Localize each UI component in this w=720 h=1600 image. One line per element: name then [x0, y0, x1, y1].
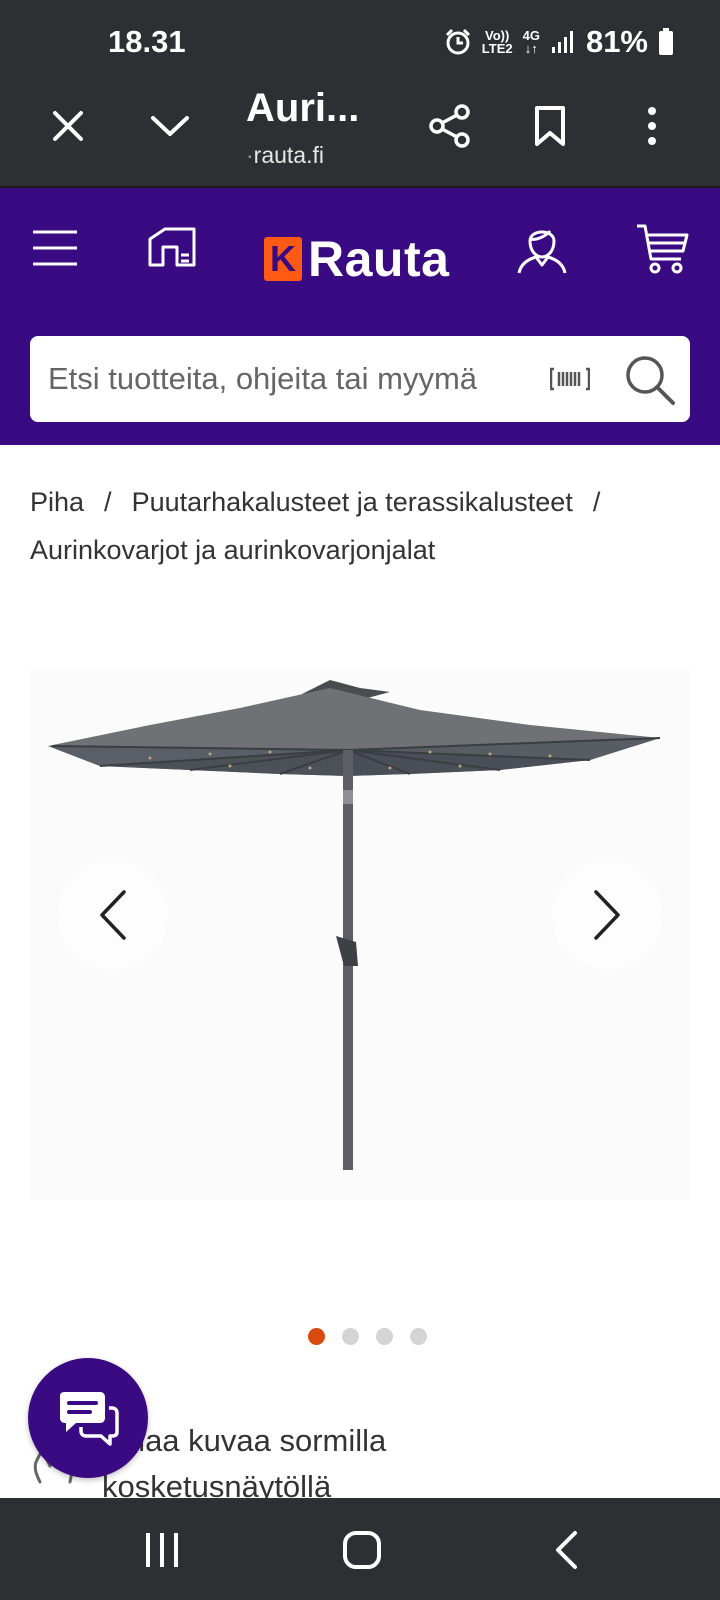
- breadcrumb-item-aurinkovarjot[interactable]: Aurinkovarjot ja aurinkovarjonjalat: [30, 535, 435, 565]
- gallery-dot-3[interactable]: [376, 1328, 393, 1345]
- chat-icon: [60, 1392, 119, 1446]
- chevron-right-icon: [594, 890, 620, 940]
- next-image-button[interactable]: [552, 860, 662, 970]
- k-rauta-logo[interactable]: K Rauta: [264, 230, 449, 288]
- chevron-down-icon: [151, 116, 189, 136]
- chevron-left-icon: [100, 890, 126, 940]
- status-icons: Vo)) LTE2 4G ↓↑ 81%: [444, 24, 674, 60]
- home-button[interactable]: [332, 1528, 392, 1572]
- hamburger-icon: [33, 230, 77, 266]
- site-header: K Rauta: [0, 188, 720, 445]
- gallery-pagination: [308, 1328, 427, 1345]
- prev-image-button[interactable]: [58, 860, 168, 970]
- page-title: Auri...: [246, 86, 360, 130]
- barcode-scan-button[interactable]: [549, 366, 591, 397]
- product-image-gallery[interactable]: [30, 670, 690, 1200]
- gallery-dot-4[interactable]: [410, 1328, 427, 1345]
- breadcrumb-item-puutarhakalusteet[interactable]: Puutarhakalusteet ja terassikalusteet: [132, 487, 573, 517]
- more-button[interactable]: [624, 98, 680, 154]
- back-button[interactable]: [536, 1528, 596, 1572]
- breadcrumb-separator: /: [104, 487, 112, 517]
- signal-icon: [551, 31, 573, 53]
- more-icon: [648, 107, 656, 145]
- status-bar: 18.31 Vo)) LTE2 4G ↓↑ 81%: [0, 0, 720, 86]
- menu-button[interactable]: [30, 226, 80, 270]
- store-icon: [148, 227, 196, 267]
- recent-apps-button[interactable]: [132, 1528, 192, 1572]
- battery-level: 81%: [585, 24, 648, 59]
- breadcrumb-item-piha[interactable]: Piha: [30, 487, 84, 517]
- url-label[interactable]: ·rauta.fi: [246, 142, 324, 169]
- bookmark-icon: [535, 106, 565, 146]
- cart-button[interactable]: [634, 222, 690, 276]
- user-icon: [517, 230, 567, 274]
- cart-icon: [637, 224, 689, 274]
- browser-toolbar: Auri... ·rauta.fi: [0, 86, 720, 188]
- back-icon: [556, 1531, 577, 1569]
- home-icon: [343, 1531, 381, 1569]
- search-box: [30, 336, 690, 422]
- search-input[interactable]: [48, 361, 548, 397]
- search-button[interactable]: [624, 354, 676, 411]
- gallery-dot-1[interactable]: [308, 1328, 325, 1345]
- battery-icon: [659, 28, 673, 55]
- close-tab-button[interactable]: [40, 98, 96, 154]
- store-button[interactable]: [146, 224, 198, 270]
- gallery-dot-2[interactable]: [342, 1328, 359, 1345]
- recent-apps-icon: [146, 1533, 178, 1567]
- network-indicator: 4G ↓↑: [522, 28, 540, 56]
- account-button[interactable]: [514, 220, 570, 276]
- alarm-icon: [445, 28, 470, 55]
- system-navigation-bar: [0, 1498, 720, 1600]
- share-icon: [429, 104, 470, 148]
- search-icon: [626, 356, 675, 405]
- logo-k-mark: K: [264, 237, 302, 281]
- chat-button[interactable]: [28, 1358, 148, 1478]
- share-button[interactable]: [422, 98, 478, 154]
- minimize-button[interactable]: [142, 98, 198, 154]
- breadcrumb-separator: /: [592, 487, 601, 517]
- barcode-icon: [549, 367, 591, 391]
- bookmark-button[interactable]: [522, 98, 578, 154]
- close-icon: [53, 111, 83, 141]
- volte-indicator: Vo)) LTE2: [481, 28, 513, 56]
- breadcrumb: Piha / Puutarhakalusteet ja terassikaluste…: [30, 478, 690, 574]
- logo-text: Rauta: [308, 231, 450, 287]
- status-time: 18.31: [108, 24, 186, 59]
